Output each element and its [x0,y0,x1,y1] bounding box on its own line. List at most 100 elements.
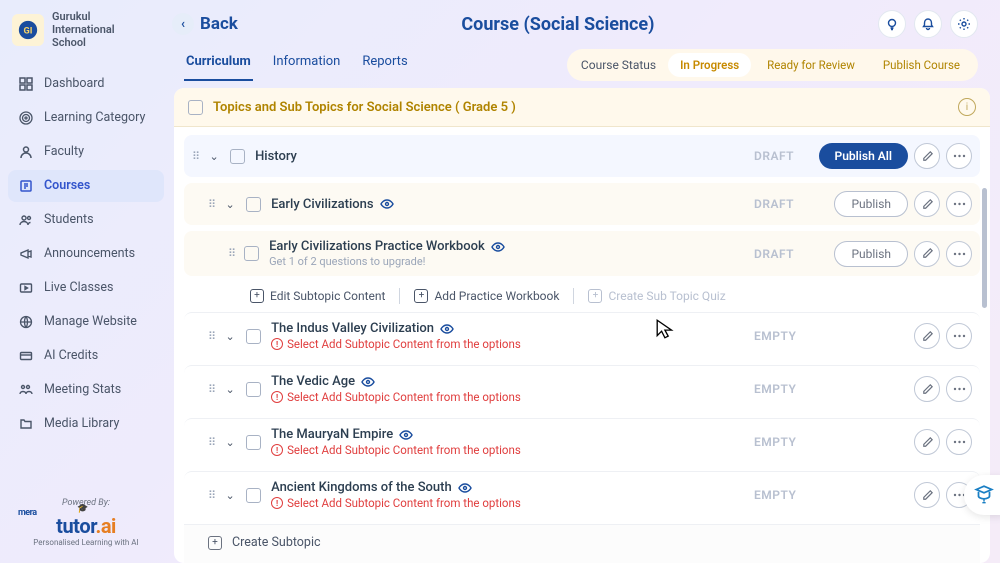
drag-handle-icon[interactable]: ⠿ [208,330,214,343]
subtopic-checkbox[interactable] [246,382,261,397]
drag-handle-icon[interactable]: ⠿ [208,198,214,211]
status-badge: EMPTY [754,329,796,343]
publish-all-button[interactable]: Publish All [819,143,908,169]
stats-icon [18,382,34,398]
status-badge: DRAFT [754,149,794,163]
subtopic-checkbox[interactable] [246,435,261,450]
subtopic-note: Get 1 of 2 questions to upgrade! [269,255,505,268]
subtopic-warning: !Select Add Subtopic Content from the op… [271,390,521,404]
school-logo-row: GI Gurukul International School [8,10,164,50]
subtopic-title: The Indus Valley Civilization [271,321,521,336]
topbar: ‹ Back Course (Social Science) [172,10,990,48]
chevron-down-icon[interactable]: ⌄ [208,150,220,163]
drag-handle-icon[interactable]: ⠿ [228,247,234,260]
sidebar-item-learning-category[interactable]: Learning Category [8,102,164,134]
publish-button[interactable]: Publish [834,191,908,217]
subtopic-row: ⠿⌄The MauryaN Empire !Select Add Subtopi… [184,418,980,465]
sidebar-item-live-classes[interactable]: Live Classes [8,272,164,304]
chevron-down-icon[interactable]: ⌄ [224,198,236,211]
tab-information[interactable]: Information [271,48,343,81]
lightbulb-icon[interactable] [878,10,906,38]
drag-handle-icon[interactable]: ⠿ [192,150,198,163]
eye-icon[interactable] [458,481,472,495]
more-icon[interactable] [946,191,972,217]
eye-icon[interactable] [399,428,413,442]
edit-subtopic-content-button[interactable]: +Edit Subtopic Content [250,289,385,303]
credit-card-icon [18,348,34,364]
status-in-progress[interactable]: In Progress [668,53,751,77]
bell-icon[interactable] [914,10,942,38]
edit-icon[interactable] [914,482,940,508]
drag-handle-icon[interactable]: ⠿ [208,383,214,396]
more-icon[interactable] [946,429,972,455]
more-icon[interactable] [946,376,972,402]
sidebar-item-meeting-stats[interactable]: Meeting Stats [8,374,164,406]
eye-icon[interactable] [380,197,394,211]
create-subtopic-quiz-button: +Create Sub Topic Quiz [588,289,725,303]
topic-checkbox[interactable] [230,149,245,164]
eye-icon[interactable] [491,240,505,254]
powered-by: Powered By: mera tutor.ai Personalised L… [8,492,164,553]
more-icon[interactable] [946,143,972,169]
user-icon [18,144,34,160]
sidebar-item-manage-website[interactable]: Manage Website [8,306,164,338]
subtopic-checkbox[interactable] [246,197,261,212]
chevron-down-icon[interactable]: ⌄ [224,436,236,449]
topic-list: ⠿ ⌄ History DRAFT Publish All ⠿ ⌄ Early [174,127,990,563]
section-checkbox[interactable] [188,100,203,115]
sidebar-item-faculty[interactable]: Faculty [8,136,164,168]
edit-icon[interactable] [914,323,940,349]
subtopic-row: ⠿⌄Ancient Kingdoms of the South !Select … [184,471,980,518]
drag-handle-icon[interactable]: ⠿ [208,489,214,502]
sidebar-item-media-library[interactable]: Media Library [8,408,164,440]
subtopic-row: ⠿ Early Civilizations Practice Workbook … [184,231,980,276]
chevron-down-icon[interactable]: ⌄ [224,383,236,396]
drag-handle-icon[interactable]: ⠿ [208,436,214,449]
edit-icon[interactable] [914,376,940,402]
status-badge: DRAFT [754,197,794,211]
grid-icon [18,76,34,92]
more-icon[interactable] [946,241,972,267]
folder-icon [18,416,34,432]
subtopic-actionbar: +Edit Subtopic Content +Add Practice Wor… [184,282,980,312]
publish-button[interactable]: Publish [834,241,908,267]
gear-icon[interactable] [950,10,978,38]
plus-square-icon: + [414,289,428,303]
eye-icon[interactable] [361,375,375,389]
school-name: Gurukul International School [52,10,115,50]
add-practice-workbook-button[interactable]: +Add Practice Workbook [414,289,559,303]
plus-square-icon: + [588,289,602,303]
edit-icon[interactable] [914,143,940,169]
chevron-down-icon[interactable]: ⌄ [224,489,236,502]
chevron-down-icon[interactable]: ⌄ [224,330,236,343]
create-subtopic-row[interactable]: + Create Subtopic [184,524,980,560]
scrollbar[interactable] [982,188,987,308]
sidebar-item-announcements[interactable]: Announcements [8,238,164,270]
subtopic-checkbox[interactable] [244,246,259,261]
info-icon[interactable]: i [958,98,976,116]
status-publish-course[interactable]: Publish Course [871,53,972,77]
sidebar-item-dashboard[interactable]: Dashboard [8,68,164,100]
eye-icon[interactable] [440,322,454,336]
globe-icon [18,314,34,330]
content-panel: Topics and Sub Topics for Social Science… [174,88,990,563]
edit-icon[interactable] [914,429,940,455]
tab-curriculum[interactable]: Curriculum [184,48,253,81]
edit-icon[interactable] [914,191,940,217]
sidebar-item-label: AI Credits [44,348,98,363]
subtopic-row: ⠿ ⌄ Early Civilizations DRAFT Publish [184,183,980,225]
more-icon[interactable] [946,323,972,349]
subtopic-checkbox[interactable] [246,488,261,503]
sidebar-item-students[interactable]: Students [8,204,164,236]
subtopic-checkbox[interactable] [246,329,261,344]
edit-icon[interactable] [914,241,940,267]
warning-icon: ! [271,444,283,456]
status-ready-for-review[interactable]: Ready for Review [755,53,867,77]
course-status-label: Course Status [573,58,664,72]
back-button[interactable]: ‹ Back [172,13,238,35]
sidebar-item-courses[interactable]: Courses [8,170,164,202]
help-fab[interactable] [964,475,1000,515]
subtopic-warning: !Select Add Subtopic Content from the op… [271,496,521,510]
tab-reports[interactable]: Reports [360,48,409,81]
sidebar-item-ai-credits[interactable]: AI Credits [8,340,164,372]
